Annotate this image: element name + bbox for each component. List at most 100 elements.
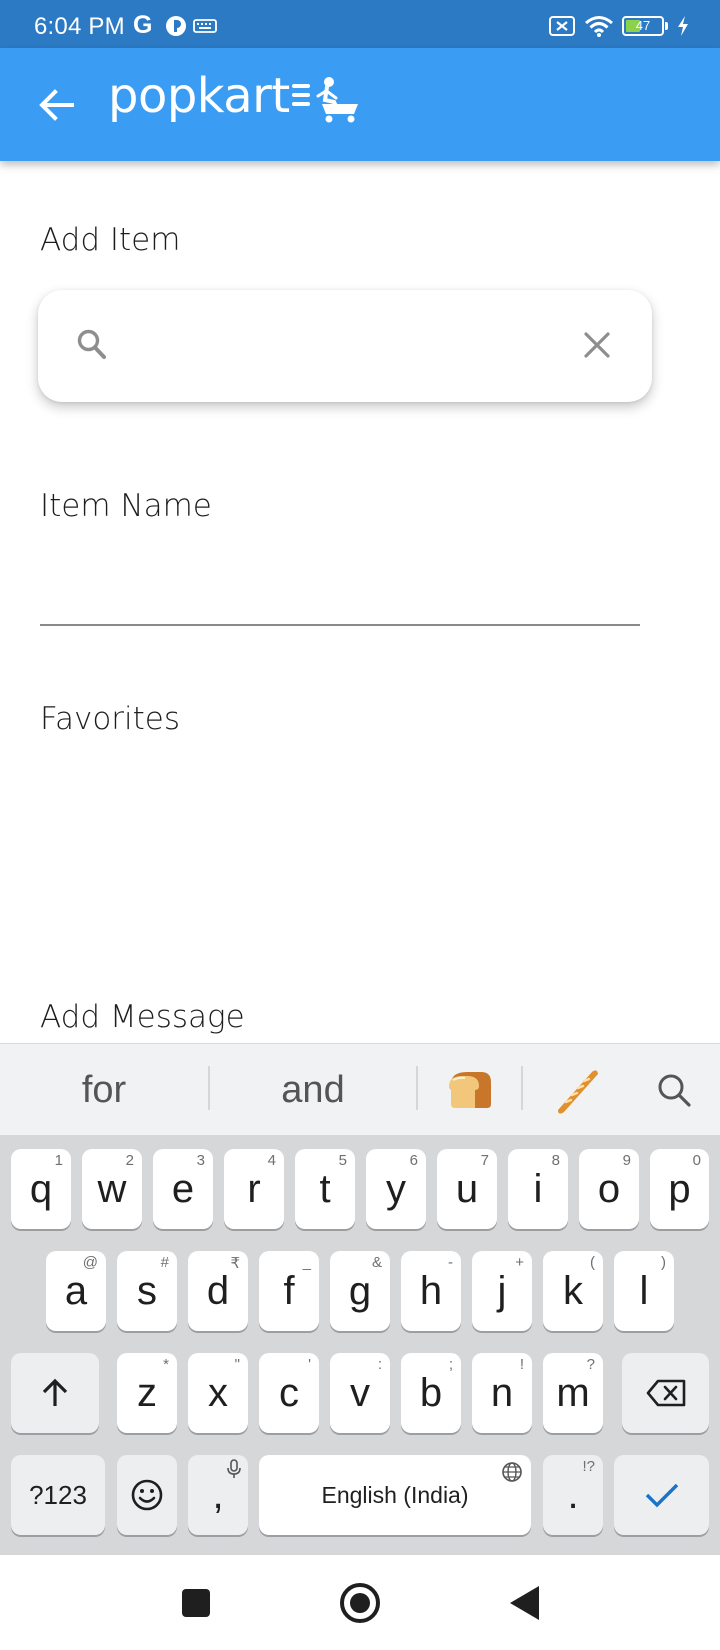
microphone-icon: [227, 1459, 241, 1478]
square-icon: [182, 1589, 210, 1617]
globe-icon: [502, 1462, 522, 1482]
arrow-left-icon: [39, 89, 74, 121]
key-hint: 6: [409, 1152, 418, 1169]
key-label: t: [319, 1166, 331, 1211]
key-m[interactable]: m?: [543, 1353, 603, 1433]
key-hint: +: [515, 1254, 524, 1271]
key-label: c: [279, 1370, 299, 1415]
space-key-label: English (India): [321, 1481, 469, 1508]
key-hint: -: [448, 1254, 453, 1271]
key-label: e: [171, 1166, 195, 1211]
baguette-emoji-icon: [558, 1070, 598, 1114]
key-label: ,: [212, 1472, 224, 1517]
suggestion-for[interactable]: for: [0, 1044, 208, 1136]
key-s[interactable]: s #: [117, 1251, 177, 1331]
key-label: k: [563, 1268, 583, 1313]
key-q[interactable]: q1: [11, 1149, 71, 1229]
key-hint: ;: [448, 1356, 453, 1373]
symbols-key[interactable]: ?123: [11, 1455, 105, 1535]
key-i[interactable]: i8: [508, 1149, 568, 1229]
key-hint: 0: [692, 1152, 701, 1169]
add-item-label: Add Item: [40, 222, 181, 258]
app-logo-text: popkart: [108, 68, 290, 124]
bread-emoji-suggestion[interactable]: [418, 1044, 522, 1136]
home-button[interactable]: [332, 1575, 388, 1631]
back-button[interactable]: [34, 83, 78, 127]
key-hint: ₹: [230, 1255, 240, 1272]
key-hint: 4: [267, 1152, 276, 1169]
triangle-back-icon: [510, 1586, 539, 1620]
suggestion-and[interactable]: and: [210, 1044, 416, 1136]
key-label: q: [29, 1166, 53, 1211]
key-b[interactable]: b;: [401, 1353, 461, 1433]
key-t[interactable]: t5: [295, 1149, 355, 1229]
key-h[interactable]: h-: [401, 1251, 461, 1331]
key-c[interactable]: c ': [259, 1353, 319, 1433]
key-label: j: [497, 1268, 507, 1313]
key-label: r: [247, 1166, 261, 1211]
keyboard-search-button[interactable]: [627, 1044, 720, 1136]
key-n[interactable]: n!: [472, 1353, 532, 1433]
item-name-field[interactable]: [40, 565, 640, 621]
key-label: u: [455, 1166, 479, 1211]
key-f[interactable]: f _: [259, 1251, 319, 1331]
keyboard-keys: q1 w2 e3 r4 t5 y6 u7 i8 o9 p0 a @ s # d ₹ f…: [0, 1135, 720, 1555]
key-label: v: [350, 1370, 370, 1415]
key-label: m: [556, 1370, 590, 1415]
key-hint: _: [302, 1254, 311, 1271]
key-hint: @: [82, 1254, 98, 1271]
key-hint: 2: [125, 1152, 134, 1169]
key-v[interactable]: v:: [330, 1353, 390, 1433]
key-label: g: [348, 1268, 372, 1313]
key-d[interactable]: d ₹: [188, 1251, 248, 1331]
key-o[interactable]: o9: [579, 1149, 639, 1229]
key-hint: 8: [551, 1152, 560, 1169]
status-time: 6:04 PM: [34, 13, 125, 40]
key-p[interactable]: p0: [650, 1149, 709, 1229]
item-search-box: [38, 290, 652, 402]
key-l[interactable]: l): [614, 1251, 674, 1331]
key-u[interactable]: u7: [437, 1149, 497, 1229]
bread-emoji-icon: [449, 1072, 491, 1108]
key-label: b: [419, 1370, 443, 1415]
recents-button[interactable]: [168, 1575, 224, 1631]
key-z[interactable]: z *: [117, 1353, 177, 1433]
key-y[interactable]: y6: [366, 1149, 426, 1229]
backspace-key[interactable]: [622, 1353, 709, 1433]
key-label: x: [208, 1370, 228, 1415]
add-message-label: Add Message: [40, 999, 245, 1035]
emoji-key[interactable]: [117, 1455, 177, 1535]
key-w[interactable]: w2: [82, 1149, 142, 1229]
done-key[interactable]: [614, 1455, 709, 1535]
circle-icon: [340, 1583, 380, 1623]
shift-key[interactable]: [11, 1353, 99, 1433]
key-a[interactable]: a @: [46, 1251, 106, 1331]
key-j[interactable]: j +: [472, 1251, 532, 1331]
key-e[interactable]: e3: [153, 1149, 213, 1229]
favorites-label: Favorites: [40, 701, 181, 737]
baguette-emoji-suggestion[interactable]: [523, 1044, 627, 1136]
key-r[interactable]: r4: [224, 1149, 284, 1229]
back-navigation-button[interactable]: [496, 1575, 552, 1631]
key-x[interactable]: x ": [188, 1353, 248, 1433]
space-key[interactable]: English (India): [259, 1455, 531, 1535]
key-hint: *: [163, 1356, 169, 1373]
wifi-icon: [585, 16, 613, 37]
period-key[interactable]: .!?: [543, 1455, 603, 1535]
key-label: l: [639, 1268, 649, 1313]
key-hint: 1: [54, 1152, 63, 1169]
comma-key[interactable]: ,: [188, 1455, 248, 1535]
smiley-icon: [131, 1479, 163, 1511]
charging-icon: [678, 16, 688, 36]
item-search-input[interactable]: [133, 318, 573, 374]
close-icon[interactable]: [582, 330, 612, 360]
key-hint: (: [590, 1254, 595, 1271]
battery-icon: 47: [622, 16, 664, 36]
key-hint: #: [160, 1254, 169, 1271]
checkmark-icon: [645, 1483, 678, 1508]
no-sim-icon: [549, 16, 575, 36]
key-g[interactable]: g &: [330, 1251, 390, 1331]
key-k[interactable]: k(: [543, 1251, 603, 1331]
key-hint: 3: [196, 1152, 205, 1169]
key-hint: :: [377, 1356, 382, 1373]
